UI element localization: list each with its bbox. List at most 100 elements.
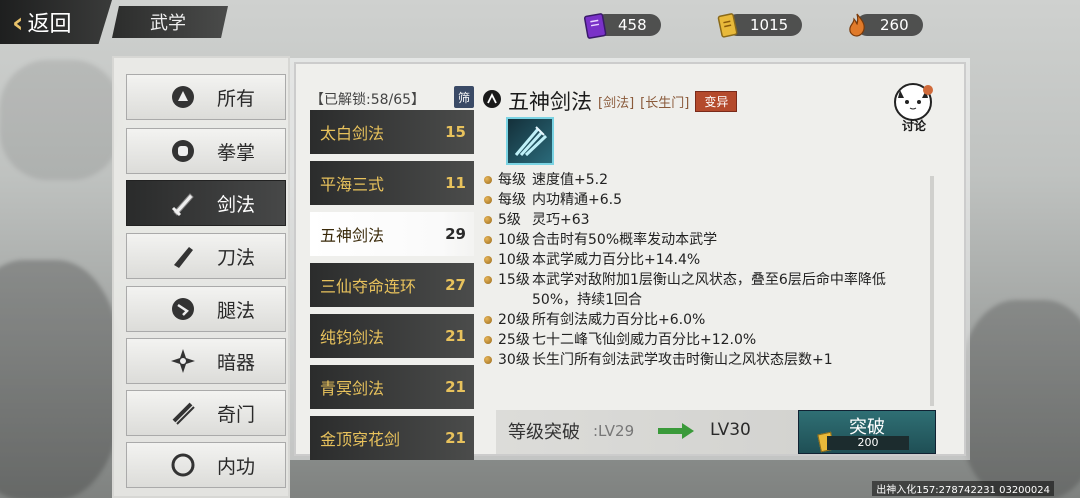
back-label: 返回 <box>27 12 72 37</box>
effect-text: 本武学对敌附加1层衡山之风状态，叠至6层后命中率降低50%，持续1回合 <box>532 272 886 308</box>
shuriken-icon <box>163 341 203 381</box>
skill-sect-tag: [长生门] <box>640 95 690 111</box>
bullet-icon <box>484 176 492 184</box>
player-id-text: 出神入化157:278742231 03200024 <box>872 481 1054 496</box>
ink-mountain-left <box>0 260 120 498</box>
effect-text: 合击时有50%概率发动本武学 <box>532 232 718 248</box>
skill-list-item[interactable]: 平海三式 11 <box>310 161 474 205</box>
resource-gold-value: 1015 <box>750 16 789 34</box>
resource-purple-value: 458 <box>618 16 647 34</box>
skill-name: 三仙夺命连环 <box>320 277 417 296</box>
cat-mascot-icon <box>894 83 933 121</box>
breakthrough-from-level: :LV29 <box>593 422 635 440</box>
effect-level: 10级 <box>498 252 530 268</box>
breakthrough-label: 等级突破 <box>508 422 580 443</box>
all-icon <box>163 77 203 117</box>
effect-text: 本武学威力百分比+14.4% <box>532 252 701 268</box>
unlocked-count: 【已解锁:58/65】 <box>310 92 426 108</box>
resource-flame-value: 260 <box>880 16 909 34</box>
effect-row: 每级 内功精通+6.5 <box>484 190 924 210</box>
resource-purple[interactable]: 458 <box>580 10 661 40</box>
category-inner-power[interactable]: 内功 <box>126 442 286 488</box>
breakthrough-to-level: LV30 <box>710 420 751 440</box>
category-hidden-weapon[interactable]: 暗器 <box>126 338 286 384</box>
bullet-icon <box>484 316 492 324</box>
effect-text: 七十二峰飞仙剑威力百分比+12.0% <box>532 332 757 348</box>
flame-token-icon <box>842 10 872 40</box>
skill-type-tag: [剑法] <box>598 95 635 111</box>
resource-gold[interactable]: 1015 <box>712 10 803 40</box>
arrow-right-icon <box>656 421 696 445</box>
effect-level: 15级 <box>498 272 530 288</box>
skill-name: 纯钧剑法 <box>320 328 385 347</box>
bullet-icon <box>484 196 492 204</box>
skill-level: 27 <box>445 276 466 294</box>
effects-scrollbar[interactable] <box>930 176 934 406</box>
effect-row: 20级 所有剑法威力百分比+6.0% <box>484 310 924 330</box>
effect-text: 内功精通+6.5 <box>532 192 622 208</box>
effects-list: 每级 速度值+5.2 每级 内功精通+6.5 5级 灵巧+63 10级 合击时有50%概… <box>484 170 924 370</box>
ink-mountain-right <box>960 300 1080 498</box>
discuss-button[interactable]: 讨论 <box>890 82 938 133</box>
skill-detail-name: 五神剑法 <box>508 90 592 114</box>
exotic-weapon-icon <box>163 393 203 433</box>
category-label: 奇门 <box>217 403 256 426</box>
skill-name: 太白剑法 <box>320 124 385 143</box>
skill-list-item[interactable]: 青冥剑法 21 <box>310 365 474 409</box>
category-label: 内功 <box>217 455 256 478</box>
sword-icon <box>163 183 203 223</box>
back-button[interactable]: ‹ 返回 <box>0 0 112 44</box>
skill-name: 青冥剑法 <box>320 379 385 398</box>
effect-level: 每级 <box>498 192 526 208</box>
effect-text: 长生门所有剑法武学攻击时衡山之风状态层数+1 <box>532 352 833 368</box>
skill-name: 平海三式 <box>320 175 385 194</box>
skill-list-item[interactable]: 三仙夺命连环 27 <box>310 263 474 307</box>
category-label: 刀法 <box>217 246 256 269</box>
category-exotic[interactable]: 奇门 <box>126 390 286 436</box>
filter-button[interactable]: 筛 <box>454 86 474 108</box>
blade-icon <box>163 236 203 276</box>
effect-text: 灵巧+63 <box>532 212 590 228</box>
skill-list-item[interactable]: 金顶穿花剑 21 <box>310 416 474 460</box>
category-label: 所有 <box>217 87 256 110</box>
breakthrough-cost: 200 <box>827 436 909 450</box>
resource-flame[interactable]: 260 <box>842 10 923 40</box>
effect-level: 10级 <box>498 232 530 248</box>
fist-icon <box>163 131 203 171</box>
gold-token-icon <box>712 10 742 40</box>
discuss-label: 讨论 <box>901 119 926 133</box>
effect-text: 速度值+5.2 <box>532 172 608 188</box>
effect-row: 10级 合击时有50%概率发动本武学 <box>484 230 924 250</box>
effect-level: 30级 <box>498 352 530 368</box>
category-fist[interactable]: 拳掌 <box>126 128 286 174</box>
skill-level: 11 <box>445 174 466 192</box>
effect-level: 每级 <box>498 172 526 188</box>
breakthrough-button[interactable]: 突破 200 <box>798 410 936 454</box>
bullet-icon <box>484 216 492 224</box>
skill-name: 金顶穿花剑 <box>320 430 401 449</box>
skill-level: 21 <box>445 378 466 396</box>
effect-text: 所有剑法威力百分比+6.0% <box>532 312 706 328</box>
bullet-icon <box>484 336 492 344</box>
category-label: 剑法 <box>217 193 256 216</box>
section-title: 武学 <box>150 13 186 34</box>
skill-list-item[interactable]: 太白剑法 15 <box>310 110 474 154</box>
skill-title: 五神剑法 [剑法] [长生门] 变异 <box>482 86 738 116</box>
bullet-icon <box>484 236 492 244</box>
category-label: 拳掌 <box>217 141 256 164</box>
effect-row: 每级 速度值+5.2 <box>484 170 924 190</box>
skill-list-item[interactable]: 纯钧剑法 21 <box>310 314 474 358</box>
effect-level: 20级 <box>498 312 530 328</box>
effect-level: 5级 <box>498 212 521 228</box>
category-label: 暗器 <box>217 351 256 374</box>
category-all[interactable]: 所有 <box>126 74 286 120</box>
category-blade[interactable]: 刀法 <box>126 233 286 279</box>
effect-row: 25级 七十二峰飞仙剑威力百分比+12.0% <box>484 330 924 350</box>
skill-level: 29 <box>445 225 466 243</box>
effect-row: 30级 长生门所有剑法武学攻击时衡山之风状态层数+1 <box>484 350 924 370</box>
category-sword[interactable]: 剑法 <box>126 180 286 226</box>
skill-level: 15 <box>445 123 466 141</box>
section-title-tab: 武学 <box>112 6 228 38</box>
skill-list-item-selected[interactable]: 五神剑法 29 <box>310 212 474 256</box>
category-kick[interactable]: 腿法 <box>126 286 286 332</box>
